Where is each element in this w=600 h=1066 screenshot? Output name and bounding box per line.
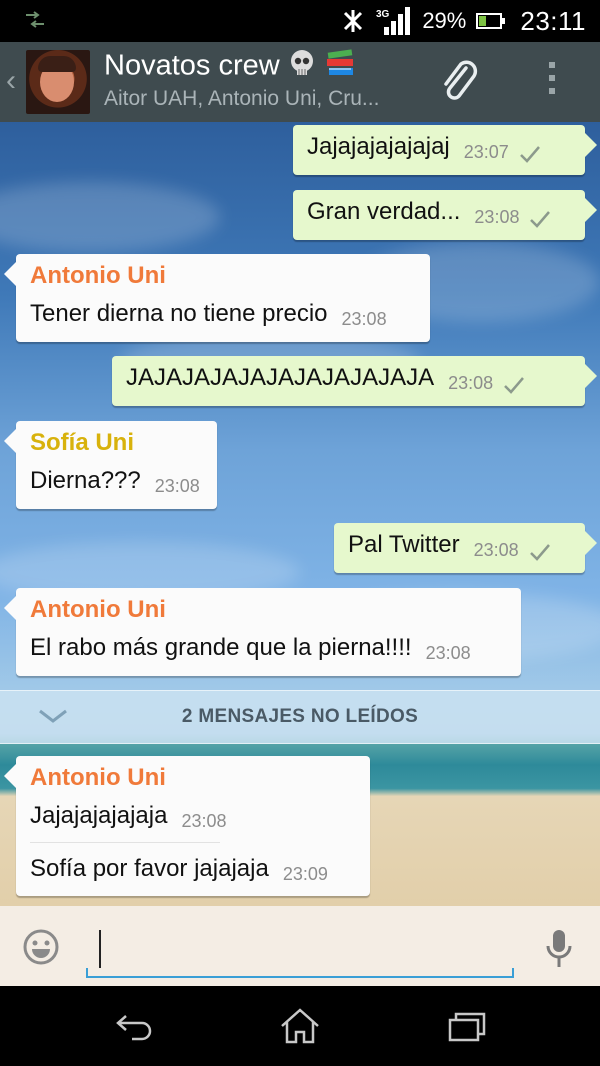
nfc-disabled-icon (344, 10, 363, 32)
message-text: Tener dierna no tiene precio (30, 300, 328, 327)
sent-check-icon (530, 211, 551, 228)
message-time: 23:08 (341, 309, 387, 329)
message-divider (30, 842, 220, 843)
chat-header: ‹ Novatos crew Aitor UAH, Antonio Uni, C… (0, 42, 600, 122)
paperclip-icon[interactable] (436, 58, 484, 106)
sent-check-icon (519, 146, 540, 163)
outgoing-message[interactable]: Gran verdad... 23:08 (293, 190, 597, 240)
incoming-message[interactable]: Antonio Uni Jajajajajajaja 23:08 Sofía po… (4, 756, 370, 896)
incoming-message[interactable]: Antonio Uni El rabo más grande que la pi… (4, 588, 521, 676)
incoming-message[interactable]: Sofía Uni Dierna??? 23:08 (4, 421, 217, 509)
battery-icon (476, 13, 506, 29)
books-icon (324, 48, 358, 86)
outgoing-message[interactable]: JAJAJAJAJAJAJAJAJAJAJA 23:08 (112, 356, 597, 406)
sent-check-icon (504, 377, 525, 394)
outgoing-message[interactable]: Pal Twitter 23:08 (334, 523, 597, 573)
outgoing-message[interactable]: Jajajajajajajaj 23:07 (293, 125, 597, 175)
unread-messages-banner: 2 MENSAJES NO LEÍDOS (0, 690, 600, 744)
message-text: Jajajajajajaja (30, 802, 168, 829)
message-text: El rabo más grande que la pierna!!!! (30, 634, 412, 661)
message-time: 23:08 (181, 811, 227, 831)
battery-percent: 29% (422, 8, 467, 33)
message-text: Dierna??? (30, 467, 141, 494)
overflow-menu-icon[interactable] (546, 62, 558, 102)
skull-icon (288, 49, 316, 85)
group-avatar[interactable] (26, 50, 90, 114)
message-text: JAJAJAJAJAJAJAJAJAJAJA (126, 364, 435, 391)
message-text: Jajajajajajajaj (307, 133, 450, 160)
group-title-text: Novatos crew (104, 49, 280, 82)
usb-debug-icon (26, 11, 44, 28)
group-members[interactable]: Aitor UAH, Antonio Uni, Cru... (104, 87, 379, 111)
emoji-icon[interactable] (22, 928, 60, 966)
text-cursor (99, 930, 101, 968)
message-time: 23:07 (463, 142, 509, 162)
recent-apps-icon[interactable] (444, 1006, 488, 1046)
message-text: Pal Twitter (348, 531, 460, 558)
unread-banner-label: 2 MENSAJES NO LEÍDOS (181, 706, 419, 727)
sender-name[interactable]: Antonio Uni (30, 596, 507, 624)
message-list[interactable]: Jajajajajajajaj 23:07 Gran verdad... 23:08… (0, 122, 600, 906)
message-time: 23:08 (154, 476, 200, 496)
message-input[interactable] (86, 928, 514, 968)
back-icon[interactable] (112, 1006, 156, 1046)
clock: 23:11 (520, 5, 586, 36)
message-time: 23:08 (448, 373, 494, 393)
system-navigation-bar (0, 986, 600, 1066)
back-chevron-icon[interactable]: ‹ (6, 66, 16, 96)
microphone-icon[interactable] (544, 928, 574, 970)
group-title[interactable]: Novatos crew (104, 48, 358, 86)
sent-check-icon (529, 544, 550, 561)
message-time: 23:08 (474, 207, 520, 227)
status-bar: 3G 29% 23:11 (0, 0, 600, 42)
message-time: 23:09 (282, 864, 328, 884)
message-time: 23:08 (425, 643, 471, 663)
sender-name[interactable]: Antonio Uni (30, 764, 356, 792)
home-icon[interactable] (278, 1006, 322, 1046)
sender-name[interactable]: Antonio Uni (30, 262, 416, 290)
message-text: Sofía por favor jajajaja (30, 855, 269, 882)
incoming-message[interactable]: Antonio Uni Tener dierna no tiene precio… (4, 254, 430, 342)
compose-bar (0, 906, 600, 986)
message-text: Gran verdad... (307, 198, 461, 225)
message-time: 23:08 (473, 540, 519, 560)
message-input-field[interactable] (86, 920, 514, 978)
network-type-label: 3G (376, 9, 390, 20)
signal-icon: 3G (376, 7, 411, 35)
sender-name[interactable]: Sofía Uni (30, 429, 203, 457)
